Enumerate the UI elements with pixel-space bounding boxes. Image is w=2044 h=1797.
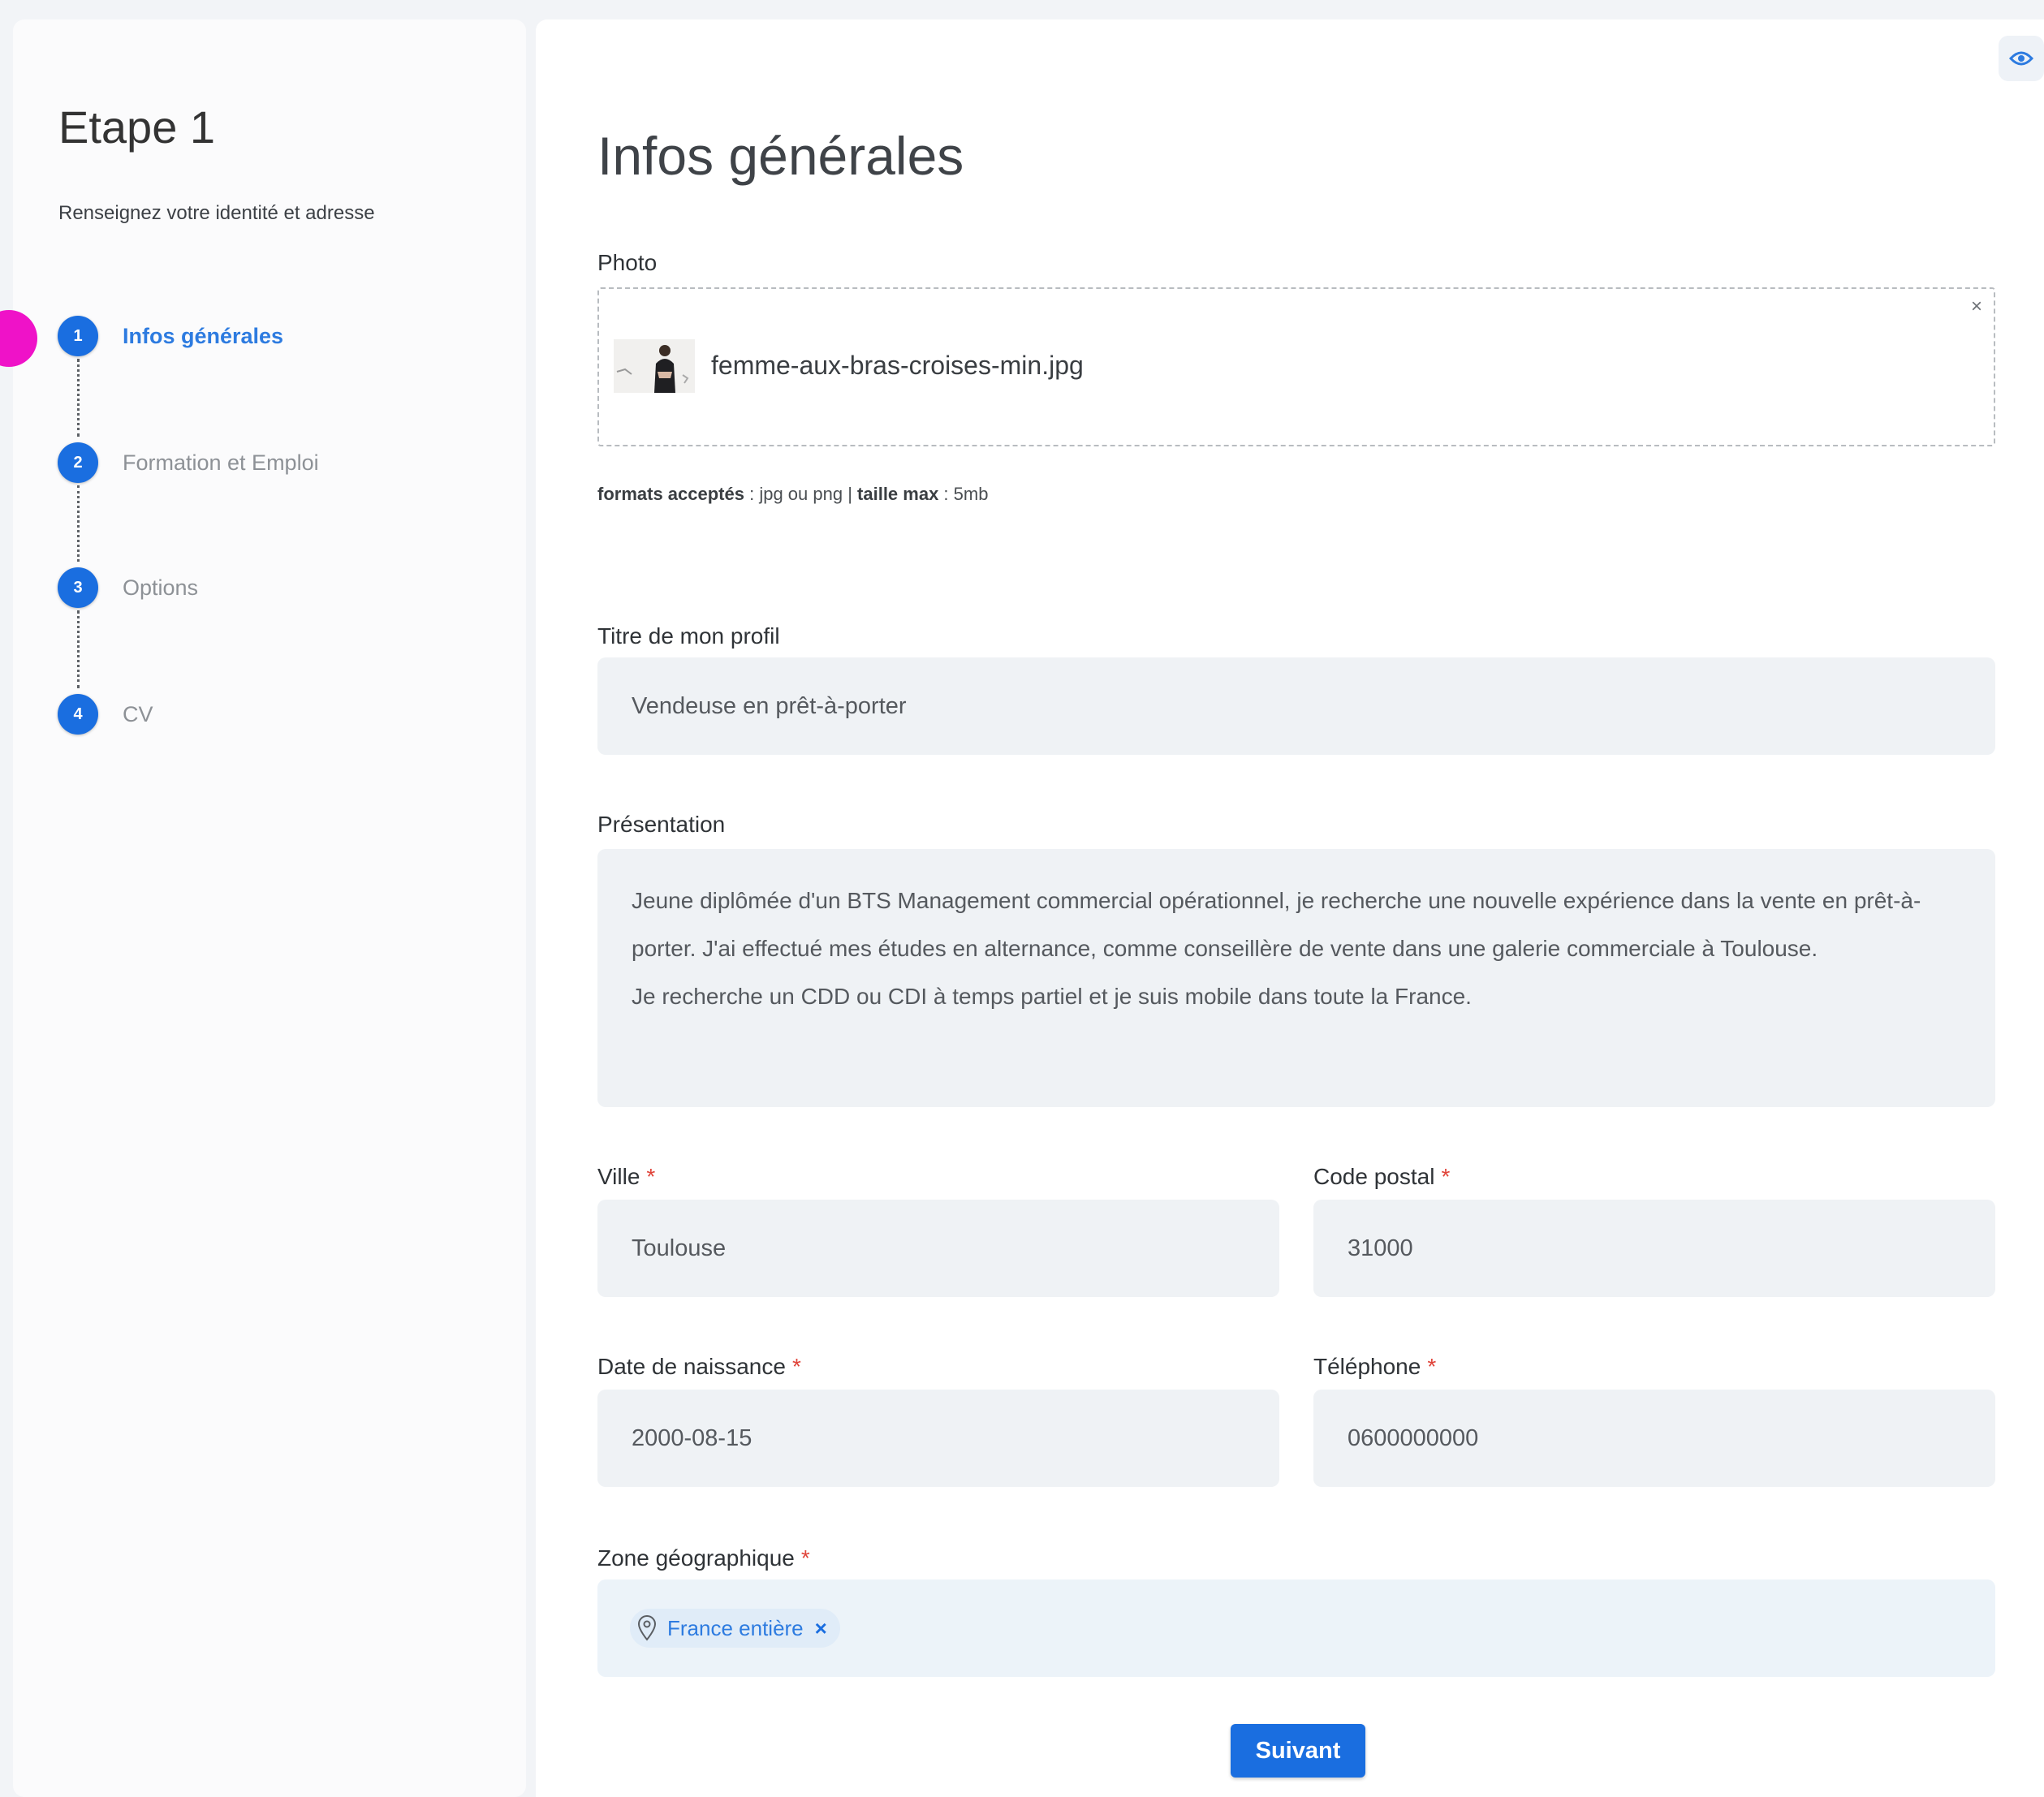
birth-date-label: Date de naissance * xyxy=(597,1354,801,1379)
profile-title-value: Vendeuse en prêt-à-porter xyxy=(632,692,907,719)
presentation-textarea[interactable]: Jeune diplômée d'un BTS Management comme… xyxy=(597,849,1995,1107)
photo-label: Photo xyxy=(597,250,658,275)
city-label: Ville * xyxy=(597,1164,656,1189)
presentation-label: Présentation xyxy=(597,812,726,837)
presentation-line: Jeune diplômée d'un BTS Management comme… xyxy=(632,888,1921,961)
step-connector xyxy=(77,485,80,562)
phone-value: 0600000000 xyxy=(1348,1424,1479,1451)
step-number: 2 xyxy=(58,442,98,483)
location-pin-icon xyxy=(636,1615,658,1641)
photo-file-name: femme-aux-bras-croises-min.jpg xyxy=(711,351,1084,380)
form-panel: Infos générales Photo femme-aux-bras-cro… xyxy=(536,19,2044,1797)
step-options[interactable]: 3 Options xyxy=(58,563,512,612)
step-cv[interactable]: 4 CV xyxy=(58,690,512,739)
zone-chip-label: France entière xyxy=(667,1615,804,1640)
remove-photo-icon[interactable]: × xyxy=(1971,295,1982,318)
step-label: CV xyxy=(123,701,153,726)
formats-value: : jpg ou png | xyxy=(744,484,858,504)
postal-code-value: 31000 xyxy=(1348,1235,1413,1261)
step-number: 1 xyxy=(58,316,98,356)
birth-date-input[interactable]: 2000-08-15 xyxy=(597,1390,1279,1487)
max-size-value: : 5mb xyxy=(938,484,989,504)
step-label: Infos générales xyxy=(123,323,284,348)
presentation-line: Je recherche un CDD ou CDI à temps parti… xyxy=(632,984,1472,1009)
step-number: 4 xyxy=(58,694,98,735)
photo-dropzone[interactable]: femme-aux-bras-croises-min.jpg × xyxy=(597,287,1995,446)
postal-code-label: Code postal * xyxy=(1313,1164,1451,1189)
formats-label: formats acceptés xyxy=(597,484,744,504)
step-number: 3 xyxy=(58,567,98,608)
step-label: Formation et Emploi xyxy=(123,450,319,475)
step-formation-emploi[interactable]: 2 Formation et Emploi xyxy=(58,438,512,487)
page-title: Infos générales xyxy=(597,126,964,186)
phone-input[interactable]: 0600000000 xyxy=(1313,1390,1995,1487)
zone-label: Zone géographique * xyxy=(597,1545,810,1571)
postal-code-input[interactable]: 31000 xyxy=(1313,1200,1995,1297)
stepper-sidebar: Etape 1 Renseignez votre identité et adr… xyxy=(0,19,526,1797)
step-label: Options xyxy=(123,575,199,600)
zone-input[interactable]: France entière × xyxy=(597,1579,1995,1677)
highlight-dot xyxy=(0,310,37,367)
next-button[interactable]: Suivant xyxy=(1231,1724,1365,1778)
photo-thumbnail xyxy=(614,339,695,393)
eye-icon xyxy=(2009,51,2033,66)
zone-chip: France entière × xyxy=(630,1609,840,1648)
birth-date-value: 2000-08-15 xyxy=(632,1424,752,1451)
phone-label: Téléphone * xyxy=(1313,1354,1437,1379)
profile-title-label: Titre de mon profil xyxy=(597,623,780,649)
city-value: Toulouse xyxy=(632,1235,727,1261)
step-connector xyxy=(77,359,80,437)
photo-format-hint: formats acceptés : jpg ou png | taille m… xyxy=(597,484,988,505)
city-input[interactable]: Toulouse xyxy=(597,1200,1279,1297)
step-title: Etape 1 xyxy=(58,101,216,153)
step-infos-generales[interactable]: 1 Infos générales xyxy=(58,312,512,360)
profile-title-input[interactable]: Vendeuse en prêt-à-porter xyxy=(597,657,1995,755)
preview-button[interactable] xyxy=(1999,36,2044,81)
max-size-label: taille max xyxy=(857,484,939,504)
remove-zone-icon[interactable]: × xyxy=(815,1616,827,1641)
step-subtitle: Renseignez votre identité et adresse xyxy=(58,202,375,224)
step-connector xyxy=(77,610,80,688)
